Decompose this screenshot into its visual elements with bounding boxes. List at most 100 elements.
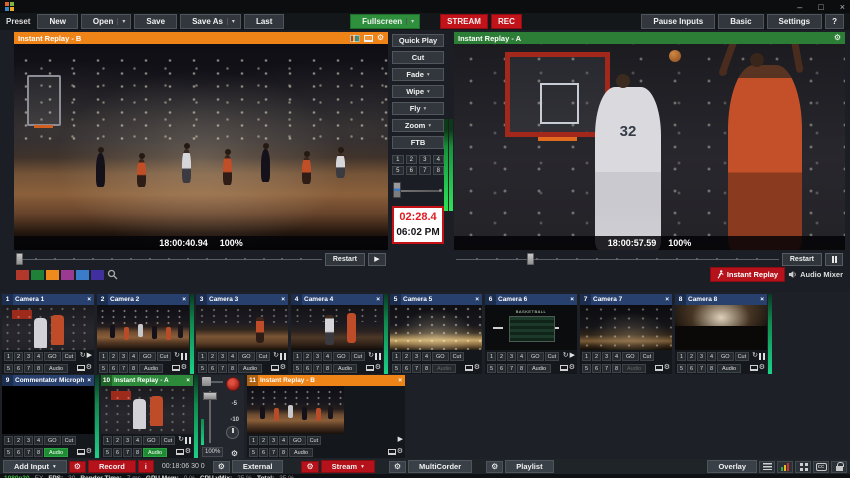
- input-panel[interactable]: 4 Camera 4 × 1234GOCut↻ 5678Audio⚙: [291, 294, 383, 374]
- audio-mixer-link[interactable]: Audio Mixer: [788, 270, 843, 279]
- input-panel[interactable]: 6 Camera 6 × BASKETBALL 1234GOCut↻▶ 5678…: [485, 294, 577, 374]
- quick-transition-button[interactable]: 2: [592, 352, 601, 361]
- add-input-button[interactable]: Add Input▾: [3, 460, 67, 473]
- cut-button[interactable]: Cut: [392, 51, 444, 64]
- loop-icon[interactable]: ↻: [273, 352, 279, 360]
- gear-icon[interactable]: ⚙: [375, 364, 381, 372]
- fullscreen-monitor-icon[interactable]: [655, 365, 663, 371]
- quick-transition-button[interactable]: 6: [497, 364, 506, 373]
- quick-transition-button[interactable]: 3: [697, 352, 706, 361]
- external-settings-gear-icon[interactable]: ⚙: [213, 461, 230, 473]
- quick-transition-button[interactable]: 2: [14, 436, 23, 445]
- quick-transition-button[interactable]: 4: [517, 352, 526, 361]
- audio-button[interactable]: Audio: [44, 364, 68, 373]
- quick-transition-button[interactable]: 8: [129, 364, 138, 373]
- fullscreen-monitor-icon[interactable]: [750, 365, 758, 371]
- transition-number-button[interactable]: 4: [433, 155, 445, 164]
- input-thumbnail[interactable]: [101, 386, 193, 434]
- preview-a-video[interactable]: 32 18:00:57.59 100%: [454, 44, 845, 250]
- zoom-button[interactable]: Zoom▾: [392, 119, 444, 132]
- quick-transition-button[interactable]: 7: [123, 448, 132, 457]
- transition-number-button[interactable]: 3: [419, 155, 431, 164]
- transition-tbar[interactable]: [392, 182, 444, 198]
- scrubber-handle[interactable]: [527, 253, 534, 265]
- quick-transition-button[interactable]: 1: [249, 436, 258, 445]
- quick-play-button[interactable]: Quick Play: [392, 34, 444, 47]
- external-button[interactable]: External: [232, 460, 284, 473]
- input-thumbnail[interactable]: [247, 386, 344, 434]
- quick-transition-button[interactable]: 3: [507, 352, 516, 361]
- quick-transition-button[interactable]: 2: [14, 352, 23, 361]
- input-thumbnail[interactable]: [2, 386, 94, 434]
- input-header[interactable]: 11 Instant Replay - B ×: [247, 375, 405, 386]
- cut-button[interactable]: Cut: [62, 352, 77, 361]
- quick-transition-button[interactable]: 4: [34, 352, 43, 361]
- quick-transition-button[interactable]: 7: [269, 448, 278, 457]
- audio-button[interactable]: Audio: [622, 364, 646, 373]
- fullscreen-monitor-icon[interactable]: [77, 365, 85, 371]
- preview-b-header[interactable]: Instant Replay - B ⚙: [14, 32, 388, 44]
- audio-button[interactable]: Audio: [717, 364, 741, 373]
- quick-transition-button[interactable]: 3: [218, 352, 227, 361]
- quick-transition-button[interactable]: 5: [198, 364, 207, 373]
- record-info-button[interactable]: i: [138, 460, 154, 473]
- chevron-down-icon[interactable]: ▾: [427, 72, 430, 78]
- color-bars-icon[interactable]: [350, 35, 360, 42]
- quick-transition-button[interactable]: 2: [687, 352, 696, 361]
- pan-slider-handle[interactable]: [202, 377, 211, 386]
- restart-button[interactable]: Restart: [782, 253, 822, 266]
- cut-button[interactable]: Cut: [545, 352, 560, 361]
- color-swatch[interactable]: [91, 270, 104, 280]
- fullscreen-monitor-icon[interactable]: [366, 365, 374, 371]
- maximize-button[interactable]: □: [818, 2, 823, 12]
- quick-transition-button[interactable]: 1: [582, 352, 591, 361]
- go-button[interactable]: GO: [44, 352, 61, 361]
- lock-icon[interactable]: [831, 461, 847, 473]
- chevron-down-icon[interactable]: ▾: [428, 123, 431, 129]
- audio-button[interactable]: Audio: [143, 448, 167, 457]
- help-button[interactable]: ?: [825, 14, 844, 29]
- go-button[interactable]: GO: [289, 436, 306, 445]
- go-button[interactable]: GO: [238, 352, 255, 361]
- input-header[interactable]: 10 Instant Replay - A ×: [101, 375, 193, 386]
- quick-transition-button[interactable]: 8: [34, 364, 43, 373]
- audio-button[interactable]: Audio: [44, 448, 68, 457]
- scrubber-track[interactable]: [16, 253, 322, 265]
- color-swatch[interactable]: [61, 270, 74, 280]
- gear-icon[interactable]: ⚙: [834, 34, 841, 42]
- go-button[interactable]: GO: [139, 352, 156, 361]
- input-thumbnail[interactable]: [291, 305, 383, 350]
- play-icon[interactable]: ▶: [398, 436, 403, 444]
- quick-transition-button[interactable]: 2: [208, 352, 217, 361]
- quick-transition-button[interactable]: 8: [707, 364, 716, 373]
- go-button[interactable]: GO: [527, 352, 544, 361]
- quick-transition-button[interactable]: 2: [497, 352, 506, 361]
- input-thumbnail[interactable]: [97, 305, 189, 350]
- transition-number-button[interactable]: 6: [406, 166, 418, 175]
- color-swatch[interactable]: [46, 270, 59, 280]
- quick-transition-button[interactable]: 3: [123, 436, 132, 445]
- input-panel[interactable]: 5 Camera 5 × 1234GOCut 5678Audio⚙: [390, 294, 482, 374]
- cut-button[interactable]: Cut: [62, 436, 77, 445]
- headphone-knob[interactable]: [226, 426, 239, 439]
- quick-transition-button[interactable]: 1: [677, 352, 686, 361]
- last-button[interactable]: Last: [244, 14, 284, 29]
- input-thumbnail[interactable]: [675, 305, 767, 350]
- fly-button[interactable]: Fly▾: [392, 102, 444, 115]
- quick-transition-button[interactable]: 1: [103, 436, 112, 445]
- quick-transition-button[interactable]: 2: [109, 352, 118, 361]
- input-close-icon[interactable]: ×: [183, 377, 193, 384]
- ftb-button[interactable]: FTB: [392, 136, 444, 149]
- go-button[interactable]: GO: [44, 436, 61, 445]
- gear-icon[interactable]: ⚙: [377, 34, 384, 42]
- input-close-icon[interactable]: ×: [373, 296, 383, 303]
- play-button[interactable]: ▶: [368, 253, 386, 266]
- multicorder-button[interactable]: MultiCorder: [408, 460, 472, 473]
- input-panel[interactable]: 2 Camera 2 × 1234GOCut↻ 5678Audio⚙: [97, 294, 189, 374]
- quick-transition-button[interactable]: 1: [4, 352, 13, 361]
- fullscreen-monitor-icon[interactable]: [77, 449, 85, 455]
- input-close-icon[interactable]: ×: [757, 296, 767, 303]
- fullscreen-monitor-icon[interactable]: [560, 365, 568, 371]
- save-as-button[interactable]: Save As▾: [180, 14, 241, 29]
- quick-transition-button[interactable]: 2: [113, 436, 122, 445]
